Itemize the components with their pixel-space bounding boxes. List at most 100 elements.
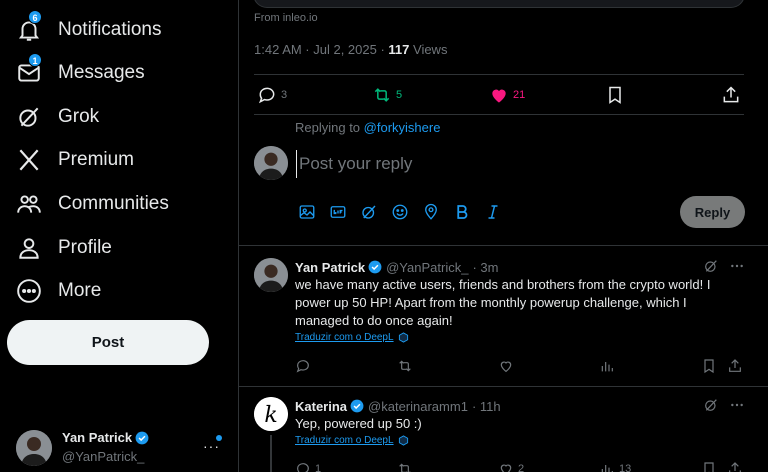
avatar[interactable]: k <box>254 397 288 431</box>
image-icon[interactable] <box>297 202 317 222</box>
divider <box>239 386 768 387</box>
reply-icon <box>295 461 311 472</box>
grok-icon[interactable] <box>359 202 379 222</box>
italic-icon[interactable] <box>483 202 503 222</box>
author-name[interactable]: Katerina <box>295 399 347 414</box>
svg-text:k: k <box>264 403 277 428</box>
sidebar-item-profile[interactable]: Profile <box>16 230 112 266</box>
thread-line <box>270 435 272 472</box>
translate-link[interactable]: Traduzir com o DeepL <box>295 332 409 343</box>
bookmark-action[interactable] <box>605 85 625 105</box>
location-icon[interactable] <box>421 202 441 222</box>
views-count: 13 <box>619 463 632 472</box>
reply-top-icons <box>703 397 745 413</box>
share-icon <box>727 461 743 472</box>
reply-tweet[interactable]: Yan Patrick @YanPatrick_ · 3m we have ma… <box>239 258 768 388</box>
heart-filled-icon <box>489 85 509 105</box>
verified-badge-icon <box>135 431 149 445</box>
divider <box>254 114 744 115</box>
reply-action[interactable]: 3 <box>257 85 287 105</box>
views-label: Views <box>409 42 448 57</box>
chart-icon <box>599 461 615 472</box>
deepl-icon <box>398 435 409 446</box>
account-switcher[interactable]: Yan Patrick @YanPatrick_ ··· <box>16 428 226 466</box>
unread-dot <box>216 435 222 441</box>
bookmark-action[interactable] <box>701 461 717 472</box>
sidebar-item-label: More <box>58 280 102 301</box>
sidebar-item-label: Communities <box>58 193 169 214</box>
gif-icon[interactable] <box>328 202 348 222</box>
emoji-icon[interactable] <box>390 202 410 222</box>
repost-action[interactable] <box>397 358 413 374</box>
repost-icon <box>397 358 413 374</box>
like-action[interactable] <box>498 358 514 374</box>
verified-badge-icon <box>350 399 364 413</box>
sidebar-item-messages[interactable]: 1 Messages <box>16 53 145 91</box>
sidebar-item-premium[interactable]: Premium <box>16 142 134 178</box>
envelope-icon: 1 <box>16 53 42 86</box>
sidebar-item-grok[interactable]: Grok <box>16 99 99 135</box>
reply-time[interactable]: · 11h <box>472 399 501 414</box>
person-icon <box>16 235 42 261</box>
reply-text: Yep, powered up 50 :) <box>295 416 422 431</box>
views-action[interactable] <box>599 358 615 374</box>
translate-label: Traduzir com o DeepL <box>295 435 394 446</box>
reply-button[interactable]: Reply <box>680 196 745 228</box>
link-card[interactable] <box>253 0 745 8</box>
share-icon <box>721 85 741 105</box>
grok-icon[interactable] <box>703 397 719 413</box>
reply-input[interactable] <box>296 150 716 178</box>
repost-action[interactable]: 5 <box>372 85 402 105</box>
reply-top-icons <box>703 258 745 274</box>
views-action[interactable]: 13 <box>599 461 631 472</box>
reply-tweet[interactable]: k Katerina @katerinaramm1 · 11h Yep, pow… <box>239 397 768 472</box>
sidebar-item-notifications[interactable]: 6 Notifications <box>16 10 162 48</box>
tweet-time[interactable]: 1:42 AM · Jul 2, 2025 · <box>254 42 388 57</box>
reply-icon <box>295 358 311 374</box>
bold-icon[interactable] <box>452 202 472 222</box>
author-handle[interactable]: @katerinaramm1 <box>368 399 468 414</box>
replying-handle[interactable]: @forkyishere <box>364 120 441 135</box>
like-action[interactable]: 2 <box>498 461 524 472</box>
reply-count: 3 <box>281 89 288 101</box>
sidebar-item-more[interactable]: More <box>16 273 101 309</box>
repost-action[interactable] <box>397 461 413 472</box>
grok-icon <box>16 104 42 130</box>
share-icon <box>727 358 743 374</box>
card-source[interactable]: From inleo.io <box>254 12 318 24</box>
post-button[interactable]: Post <box>7 320 209 365</box>
sidebar-item-label: Profile <box>58 237 112 258</box>
bookmark-icon <box>605 85 625 105</box>
like-action[interactable]: 21 <box>489 85 525 105</box>
translate-link[interactable]: Traduzir com o DeepL <box>295 435 409 446</box>
more-dots-icon[interactable] <box>729 397 745 413</box>
avatar[interactable] <box>254 258 288 292</box>
sidebar-item-communities[interactable]: Communities <box>16 186 169 222</box>
share-action[interactable] <box>727 358 743 374</box>
messages-badge: 1 <box>28 53 42 67</box>
sidebar-item-label: Notifications <box>58 19 162 40</box>
deepl-icon <box>398 332 409 343</box>
sidebar-item-label: Messages <box>58 62 145 83</box>
reply-count: 1 <box>315 463 322 472</box>
reply-action[interactable] <box>295 358 311 374</box>
bookmark-action[interactable] <box>701 358 717 374</box>
grok-icon[interactable] <box>703 258 719 274</box>
more-dots-icon[interactable] <box>729 258 745 274</box>
reply-action[interactable]: 1 <box>295 461 321 472</box>
reply-header: Katerina @katerinaramm1 · 11h <box>295 397 501 415</box>
reply-time[interactable]: · 3m <box>472 260 498 275</box>
avatar <box>16 430 52 466</box>
author-handle[interactable]: @YanPatrick_ <box>386 260 468 275</box>
chart-icon <box>599 358 615 374</box>
divider <box>254 74 744 75</box>
sidebar-item-label: Premium <box>58 149 135 170</box>
notifications-badge: 6 <box>28 10 42 24</box>
main-column: From inleo.io 1:42 AM · Jul 2, 2025 · 1 1… <box>238 0 768 472</box>
share-action[interactable] <box>721 85 741 105</box>
share-action[interactable] <box>727 461 743 472</box>
heart-icon <box>498 461 514 472</box>
author-name[interactable]: Yan Patrick <box>295 260 365 275</box>
sidebar-item-label: Grok <box>58 106 100 127</box>
sidebar: 6 Notifications 1 Messages Grok Premium … <box>0 0 238 472</box>
